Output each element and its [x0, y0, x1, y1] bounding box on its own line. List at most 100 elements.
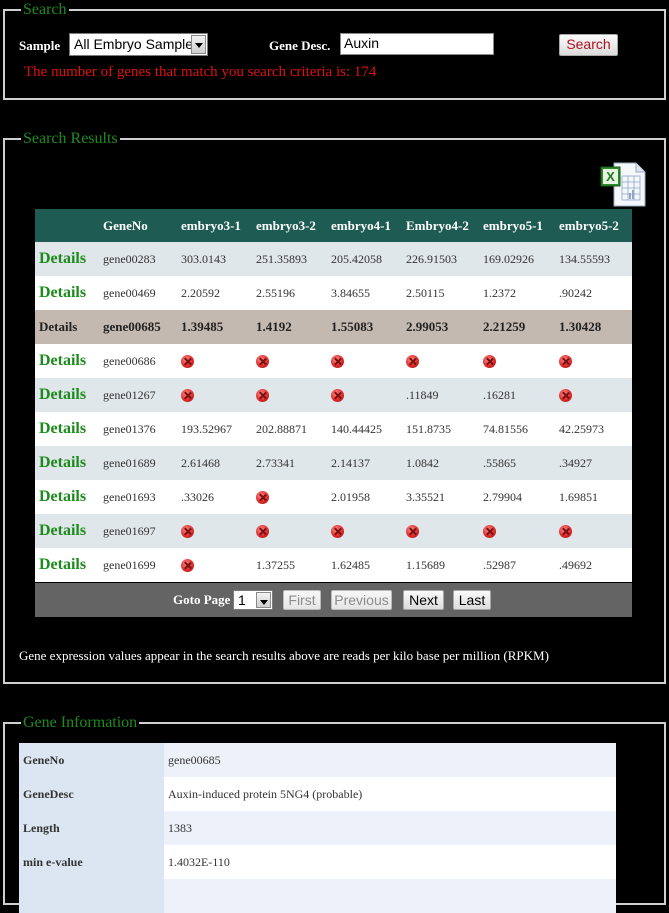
details-link[interactable]: Details [35, 514, 103, 548]
chevron-down-icon[interactable] [191, 35, 206, 54]
page-select[interactable]: 1 [233, 590, 273, 610]
table-row[interactable]: Details gene00686 [35, 344, 632, 378]
table-row[interactable]: Details gene00469 2.20592 2.55196 3.84655 2.5… [35, 276, 632, 310]
details-link[interactable]: Details [35, 378, 103, 412]
table-row[interactable]: Details gene01699 1.37255 1.62485 1.15689.52… [35, 548, 632, 582]
expression-value-cell: 134.55593 [559, 242, 632, 276]
col-header-embryo4-1[interactable]: embryo4-1 [331, 209, 406, 242]
expression-value-cell: 303.0143 [181, 242, 256, 276]
missing-value-cell [559, 514, 632, 548]
excel-export-icon[interactable]: X [600, 160, 648, 208]
details-link[interactable]: Details [35, 242, 103, 276]
red-x-circle-icon [256, 389, 269, 403]
col-header-embryo3-1[interactable]: embryo3-1 [181, 209, 256, 242]
red-x-circle-icon [256, 355, 269, 369]
gene-no-cell: gene01376 [103, 412, 181, 446]
expression-value-cell: .11849 [406, 378, 483, 412]
gene-info-row: GeneDesc Auxin-induced protein 5NG4 (prob… [19, 777, 616, 811]
red-x-circle-icon [331, 355, 344, 369]
table-row[interactable]: Details gene00283 303.0143 251.35893 205.420… [35, 242, 632, 276]
gene-info-row: min e-value 1.4032E-110 [19, 845, 616, 879]
col-header-geneno[interactable]: GeneNo [103, 209, 181, 242]
col-header-embryo5-2[interactable]: embryo5-2 [559, 209, 632, 242]
search-button[interactable]: Search [559, 34, 618, 56]
expression-value-cell: 2.50115 [406, 276, 483, 310]
col-header-details [35, 209, 103, 242]
expression-value-cell: .49692 [559, 548, 632, 582]
table-row[interactable]: Details gene01697 [35, 514, 632, 548]
details-link[interactable]: Details [35, 548, 103, 582]
table-row[interactable]: Details gene01689 2.61468 2.73341 2.14137 1.0… [35, 446, 632, 480]
details-link[interactable]: Details [35, 446, 103, 480]
expression-value-cell: 1.55083 [331, 310, 406, 344]
col-header-embryo3-2[interactable]: embryo3-2 [256, 209, 331, 242]
expression-value-cell: 1.4192 [256, 310, 331, 344]
search-legend: Search [23, 1, 67, 18]
gene-no-cell: gene00686 [103, 344, 181, 378]
details-link[interactable]: Details [35, 310, 103, 344]
expression-value-cell: 169.02926 [483, 242, 559, 276]
red-x-circle-icon [483, 355, 496, 369]
gene-no-cell: gene01689 [103, 446, 181, 480]
missing-value-cell [256, 480, 331, 514]
expression-value-cell: 140.44425 [331, 412, 406, 446]
gene-info-key: min e-value [19, 845, 164, 879]
details-link[interactable]: Details [35, 412, 103, 446]
sample-select[interactable]: All Embryo Sample [69, 33, 208, 56]
expression-value-cell: 1.62485 [331, 548, 406, 582]
gene-no-cell: gene00283 [103, 242, 181, 276]
missing-value-cell [483, 514, 559, 548]
table-row[interactable]: Details gene01267 .11849.16281 [35, 378, 632, 412]
next-page-button[interactable]: Next [403, 590, 444, 610]
red-x-circle-icon [406, 355, 419, 369]
gene-info-key [19, 879, 164, 913]
red-x-circle-icon [559, 525, 572, 539]
expression-value-cell: 74.81556 [483, 412, 559, 446]
expression-value-cell: 1.39485 [181, 310, 256, 344]
red-x-circle-icon [256, 491, 269, 505]
details-link[interactable]: Details [35, 276, 103, 310]
expression-value-cell: 151.8735 [406, 412, 483, 446]
gene-info-row: GeneNo gene00685 [19, 743, 616, 777]
gene-info-key: Length [19, 811, 164, 845]
col-header-embryo4-2[interactable]: Embryo4-2 [406, 209, 483, 242]
table-row[interactable]: Details gene01376 193.52967 202.88871 140.44… [35, 412, 632, 446]
sample-label: Sample [19, 38, 61, 53]
match-count-message: The number of genes that match you searc… [24, 64, 377, 80]
gene-desc-input[interactable]: Auxin [340, 33, 494, 55]
red-x-circle-icon [256, 525, 269, 539]
details-link[interactable]: Details [35, 344, 103, 378]
gene-info-key: GeneDesc [19, 777, 164, 811]
last-page-button[interactable]: Last [453, 590, 491, 610]
expression-value-cell: 1.69851 [559, 480, 632, 514]
missing-value-cell [181, 378, 256, 412]
gene-no-cell: gene01697 [103, 514, 181, 548]
table-row-selected[interactable]: Details gene00685 1.39485 1.4192 1.55083 2.99… [35, 310, 632, 344]
expression-value-cell: 205.42058 [331, 242, 406, 276]
first-page-button[interactable]: First [283, 590, 321, 610]
gene-no-cell: gene01699 [103, 548, 181, 582]
gene-no-cell: gene01267 [103, 378, 181, 412]
expression-value-cell: .16281 [483, 378, 559, 412]
results-body: Details gene00283 303.0143 251.35893 205.420… [35, 242, 632, 582]
page-select-value: 1 [238, 592, 246, 608]
expression-value-cell: .55865 [483, 446, 559, 480]
rpkm-note: Gene expression values appear in the sea… [19, 648, 549, 663]
missing-value-cell [181, 344, 256, 378]
expression-value-cell: 1.30428 [559, 310, 632, 344]
gene-info-row: Length 1383 [19, 811, 616, 845]
expression-value-cell: 1.37255 [256, 548, 331, 582]
chevron-down-icon[interactable] [256, 592, 271, 608]
expression-value-cell: .34927 [559, 446, 632, 480]
results-header-row: GeneNo embryo3-1 embryo3-2 embryo4-1 Emb… [35, 209, 632, 242]
previous-page-button[interactable]: Previous [331, 590, 392, 610]
expression-value-cell: 1.2372 [483, 276, 559, 310]
red-x-circle-icon [331, 389, 344, 403]
col-header-embryo5-1[interactable]: embryo5-1 [483, 209, 559, 242]
gene-info-legend: Gene Information [23, 714, 138, 731]
red-x-circle-icon [406, 525, 419, 539]
red-x-circle-icon [181, 355, 194, 369]
expression-value-cell: .90242 [559, 276, 632, 310]
table-row[interactable]: Details gene01693.33026 2.01958 3.35521 2.79… [35, 480, 632, 514]
details-link[interactable]: Details [35, 480, 103, 514]
